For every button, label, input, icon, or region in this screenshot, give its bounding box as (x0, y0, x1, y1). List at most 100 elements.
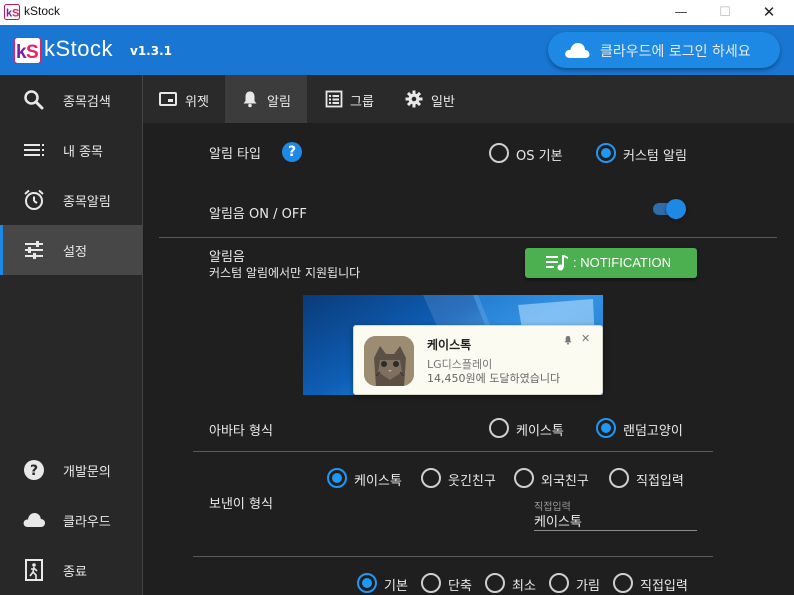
display-min-radio[interactable]: 최소 (485, 572, 549, 594)
help-circle-icon: ? (24, 460, 44, 480)
toast-line2: 14,450원에 도달하였습니다 (427, 372, 561, 385)
help-icon[interactable]: ? (282, 142, 302, 162)
alarm-sound-toggle-label: 알림음 ON / OFF (209, 207, 307, 222)
svg-text:?: ? (30, 463, 38, 479)
sender-input-field[interactable]: 케이스톡 (534, 511, 582, 530)
tab-group[interactable]: 그룹 (309, 75, 389, 123)
radio-circle (489, 143, 509, 163)
sidebar-item-label: 종목알림 (63, 195, 111, 210)
radio-circle (421, 468, 441, 488)
divider (193, 556, 713, 557)
display-basic-radio[interactable]: 기본 (357, 572, 421, 594)
settings-tab-bar: 위젯 알림 그룹 일반 (143, 75, 794, 123)
avatar-kstock-radio[interactable]: 케이스톡 (489, 417, 579, 439)
divider (159, 237, 777, 238)
toggle-knob (666, 199, 686, 219)
radio-circle (609, 468, 629, 488)
alarm-type-label: 알림 타입 (209, 147, 261, 162)
minimize-button[interactable]: — (658, 0, 704, 25)
notification-sound-label: : NOTIFICATION (573, 255, 671, 270)
radio-circle (489, 418, 509, 438)
cloud-icon (23, 513, 45, 527)
radio-label: 케이스톡 (354, 474, 402, 489)
radio-label: 기본 (384, 579, 408, 594)
sidebar-item-contact-dev[interactable]: ? 개발문의 (0, 445, 142, 495)
divider (193, 451, 713, 452)
sidebar-item-cloud[interactable]: 클라우드 (0, 495, 142, 545)
radio-circle (596, 143, 616, 163)
avatar (364, 336, 414, 386)
sender-foreign-friend-radio[interactable]: 외국친구 (514, 467, 604, 489)
kstock-logo-icon: k S (4, 4, 20, 20)
alarm-type-os-radio[interactable]: OS 기본 (489, 142, 569, 164)
maximize-button[interactable]: ☐ (702, 0, 748, 25)
list-icon (24, 144, 44, 156)
bell-icon (243, 91, 257, 108)
radio-circle (549, 573, 569, 593)
radio-circle (357, 573, 377, 593)
sidebar-item-exit[interactable]: 종료 (0, 545, 142, 595)
kstock-logo-icon: k S (14, 37, 41, 64)
alarm-clock-icon (24, 189, 44, 210)
sliders-icon (25, 241, 43, 259)
display-custom-radio[interactable]: 직접입력 (613, 572, 703, 594)
cloud-icon (565, 43, 590, 58)
sidebar-item-stock-alarm[interactable]: 종목알림 (0, 175, 142, 225)
alarm-sound-label: 알림음 (209, 250, 245, 265)
input-underline (534, 530, 697, 531)
preview-toast: 케이스톡 LG디스플레이 14,450원에 도달하였습니다 ✕ (353, 325, 603, 395)
app-header: k S kStock v1.3.1 클라우드에 로그인 하세요 (0, 25, 794, 75)
sender-kstock-radio[interactable]: 케이스톡 (327, 467, 417, 489)
display-hide-radio[interactable]: 가림 (549, 572, 613, 594)
close-button[interactable]: ✕ (746, 0, 792, 25)
alarm-type-custom-radio[interactable]: 커스텀 알림 (596, 142, 696, 164)
sidebar-item-label: 내 종목 (63, 145, 104, 160)
toast-title: 케이스톡 (427, 338, 472, 352)
close-icon[interactable]: ✕ (581, 332, 590, 345)
radio-label: 직접입력 (640, 579, 688, 594)
radio-circle (421, 573, 441, 593)
version-label: v1.3.1 (130, 44, 172, 58)
tab-alarm[interactable]: 알림 (225, 75, 307, 123)
radio-label: 단축 (448, 579, 472, 594)
widget-icon (159, 92, 177, 106)
radio-circle (485, 573, 505, 593)
cloud-login-label: 클라우드에 로그인 하세요 (600, 44, 751, 60)
display-short-radio[interactable]: 단축 (421, 572, 485, 594)
sender-custom-input-radio[interactable]: 직접입력 (609, 467, 699, 489)
brand-name: kStock (44, 36, 114, 61)
radio-circle (613, 573, 633, 593)
radio-label: 랜덤고양이 (623, 424, 683, 439)
cloud-login-button[interactable]: 클라우드에 로그인 하세요 (548, 32, 780, 68)
radio-label: 직접입력 (636, 474, 684, 489)
tab-general[interactable]: 일반 (389, 75, 471, 123)
sender-funny-friend-radio[interactable]: 웃긴친구 (421, 467, 511, 489)
radio-circle (327, 468, 347, 488)
sender-type-label: 보낸이 형식 (209, 497, 273, 512)
avatar-random-cat-radio[interactable]: 랜덤고양이 (596, 417, 696, 439)
sidebar-item-label: 개발문의 (63, 465, 111, 480)
sidebar-item-label: 종목검색 (63, 95, 111, 110)
sidebar-item-settings[interactable]: 설정 (0, 225, 142, 275)
radio-label: OS 기본 (516, 149, 563, 164)
radio-label: 웃긴친구 (448, 474, 496, 489)
alarm-sound-note: 커스텀 알림에서만 지원됩니다 (209, 266, 361, 280)
radio-circle (514, 468, 534, 488)
tab-label: 그룹 (350, 95, 374, 110)
radio-label: 최소 (512, 579, 536, 594)
notification-sound-button[interactable]: : NOTIFICATION (525, 248, 697, 278)
alarm-sound-toggle[interactable] (651, 198, 687, 220)
window-title: kStock (24, 4, 61, 18)
tab-widget[interactable]: 위젯 (143, 75, 223, 123)
radio-label: 커스텀 알림 (623, 149, 687, 164)
cat-avatar-image (364, 336, 414, 386)
svg-text:S: S (12, 8, 19, 20)
sidebar-item-label: 설정 (63, 245, 87, 260)
group-list-icon (325, 90, 343, 108)
sidebar-item-my-stocks[interactable]: 내 종목 (0, 125, 142, 175)
bell-icon (564, 336, 572, 345)
radio-circle (596, 418, 616, 438)
sidebar-item-search[interactable]: 종목검색 (0, 75, 142, 125)
radio-label: 가림 (576, 579, 600, 594)
tab-label: 알림 (267, 95, 291, 110)
